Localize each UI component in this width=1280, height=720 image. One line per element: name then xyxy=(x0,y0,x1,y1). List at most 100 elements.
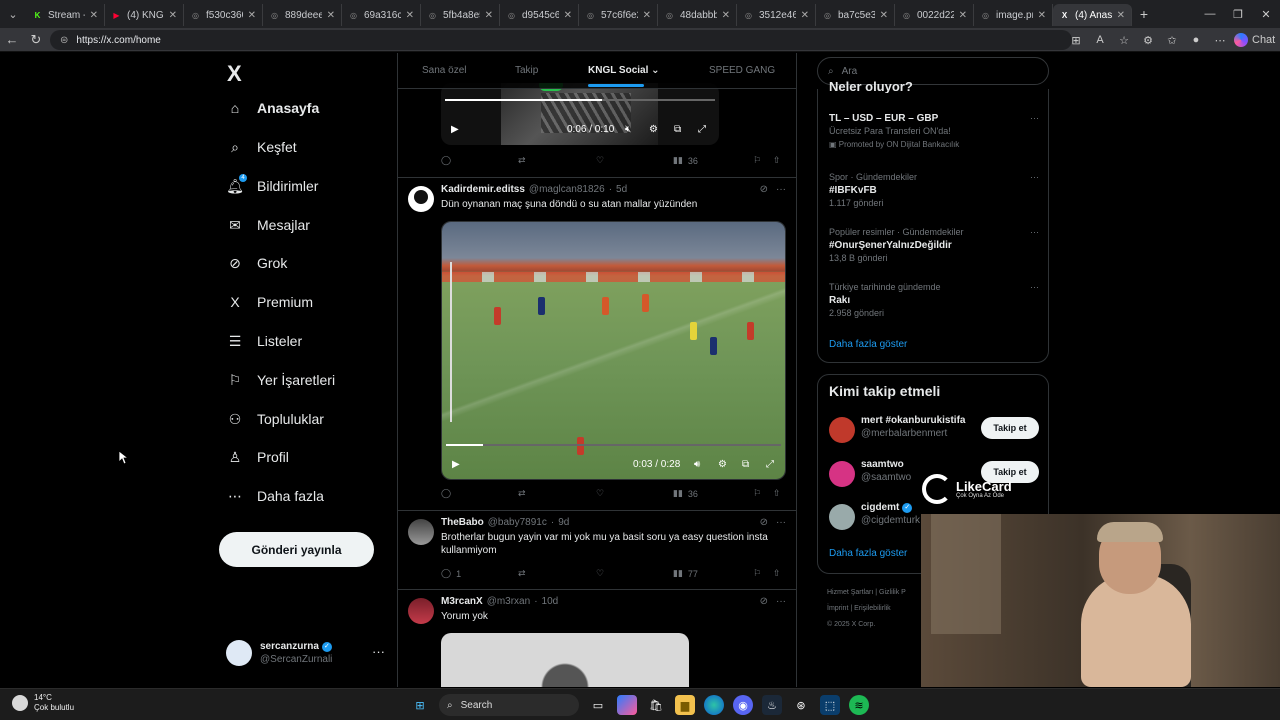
retweet-icon[interactable]: ⇄ xyxy=(518,568,526,579)
windows-start-icon[interactable]: ⊞ xyxy=(410,695,430,715)
minimize-icon[interactable]: — xyxy=(1196,8,1224,20)
close-icon[interactable]: ✕ xyxy=(248,10,256,21)
browser-tab[interactable]: ◎ 0022d22b- ✕ xyxy=(895,4,974,26)
more-icon[interactable]: ··· xyxy=(776,184,786,195)
tab-speed-gang[interactable]: SPEED GANG xyxy=(709,65,775,76)
favorites-icon[interactable]: ✩ xyxy=(1162,34,1182,47)
show-more-suggestions-link[interactable]: Daha fazla göster xyxy=(829,548,907,559)
bookmark-icon[interactable]: ⚐ xyxy=(753,488,761,499)
reply-icon[interactable]: ◯ xyxy=(441,155,451,166)
trend-item[interactable]: Popüler resimler · Gündemdekiler #OnurŞe… xyxy=(829,226,1039,265)
steam-icon[interactable]: ♨ xyxy=(762,695,782,715)
share-icon[interactable]: ⇧ xyxy=(773,568,781,579)
video-player[interactable]: ▶ 0:03 / 0:28 🔊︎ ⚙ ⧉ ⤢ xyxy=(441,221,786,480)
avatar[interactable] xyxy=(408,519,434,545)
tab-following[interactable]: Takip xyxy=(515,65,538,76)
views-stat[interactable]: ▮▮ 77 xyxy=(673,568,698,579)
close-icon[interactable]: ✕ xyxy=(564,10,572,21)
sidebar-item-search[interactable]: ⌕ Keşfet xyxy=(226,138,297,156)
grok-icon[interactable]: ⊘ xyxy=(760,596,768,607)
close-icon[interactable]: ✕ xyxy=(1038,10,1046,21)
reply-icon[interactable]: ◯ xyxy=(441,488,451,499)
discord-icon[interactable]: ◉ xyxy=(733,695,753,715)
video-player[interactable]: ▶ 0:06 / 0:10 🔇︎ ⚙ ⧉ ⤢ xyxy=(441,83,719,145)
sidebar-item-list[interactable]: ☰ Listeler xyxy=(226,332,302,350)
post-time[interactable]: 5d xyxy=(616,184,627,195)
close-icon[interactable]: ✕ xyxy=(485,10,493,21)
share-icon[interactable]: ⇧ xyxy=(773,488,781,499)
post-button[interactable]: Gönderi yayınla xyxy=(219,532,374,567)
browser-tab[interactable]: X (4) Anasayfa ✕ xyxy=(1053,4,1132,26)
sidebar-item-bookmark[interactable]: ⚐ Yer İşaretleri xyxy=(226,371,335,389)
close-icon[interactable]: ✕ xyxy=(722,10,730,21)
store-icon[interactable]: 🛍︎ xyxy=(646,695,666,715)
author-name[interactable]: Kadirdemir.editss xyxy=(441,184,525,195)
bookmark-icon[interactable]: ⚐ xyxy=(753,155,761,166)
volume-icon[interactable]: 🔊︎ xyxy=(694,459,700,470)
read-aloud-icon[interactable]: A xyxy=(1090,34,1110,46)
photoshop-icon[interactable]: ⬚ xyxy=(820,695,840,715)
more-icon[interactable]: ··· xyxy=(1030,281,1039,294)
author-handle[interactable]: @baby7891c xyxy=(488,517,547,528)
x-logo[interactable]: X xyxy=(227,61,242,87)
reload-icon[interactable]: ↻ xyxy=(24,32,48,48)
close-icon[interactable]: ✕ xyxy=(880,10,888,21)
tweet-image[interactable] xyxy=(441,633,689,687)
close-icon[interactable]: ✕ xyxy=(327,10,335,21)
browser-tab[interactable]: ▶ (4) KNGLSP ✕ xyxy=(105,4,184,26)
tweet[interactable]: ▶ 0:06 / 0:10 🔇︎ ⚙ ⧉ ⤢ ◯ ⇄ ♡ ▮▮ 36 ⚐ ⇧ xyxy=(398,83,796,178)
browser-tab[interactable]: ◎ ba7c5e3b-1 ✕ xyxy=(816,4,895,26)
sidebar-item-bell[interactable]: 🔔︎ 4 Bildirimler xyxy=(226,174,318,195)
github-icon[interactable]: ⊛ xyxy=(791,695,811,715)
sidebar-item-x-premium[interactable]: X Premium xyxy=(226,293,313,311)
footer-link[interactable]: Gizlilik P xyxy=(879,589,906,596)
play-icon[interactable]: ▶ xyxy=(451,124,459,135)
more-menu-icon[interactable]: ⋯ xyxy=(1210,34,1230,47)
profile-avatar-icon[interactable]: ● xyxy=(1186,34,1206,46)
apps-icon[interactable]: ⊞ xyxy=(1066,34,1086,47)
video-progress[interactable] xyxy=(445,99,715,101)
footer-link[interactable]: İmprint xyxy=(827,605,848,612)
site-info-icon[interactable]: ⊜ xyxy=(60,35,68,46)
views-stat[interactable]: ▮▮ 36 xyxy=(673,488,698,499)
chevron-down-icon[interactable]: ⌄ xyxy=(651,65,659,76)
views-stat[interactable]: ▮▮ 36 xyxy=(673,155,698,166)
new-tab-button[interactable]: + xyxy=(1132,6,1156,22)
more-icon[interactable]: ··· xyxy=(1030,226,1039,239)
restore-icon[interactable]: ❐ xyxy=(1224,8,1252,21)
sidebar-item-home[interactable]: ⌂ Anasayfa xyxy=(226,99,320,117)
browser-tab[interactable]: K Stream - Ki ✕ xyxy=(26,4,105,26)
sidebar-item-more-circle[interactable]: ⋯ Daha fazla xyxy=(226,487,324,505)
avatar[interactable] xyxy=(408,598,434,624)
settings-icon[interactable]: ⚙ xyxy=(649,124,658,135)
author-name[interactable]: TheBabo xyxy=(441,517,484,528)
avatar[interactable] xyxy=(829,417,855,443)
author-handle[interactable]: @maglcan81826 xyxy=(529,184,605,195)
copilot-icon[interactable] xyxy=(617,695,637,715)
favorite-star-icon[interactable]: ☆ xyxy=(1114,34,1134,47)
tweet[interactable]: TheBabo @baby7891c · 9d ⊘ ··· Brotherlar… xyxy=(398,511,796,590)
task-view-icon[interactable]: ▭ xyxy=(588,695,608,715)
avatar[interactable] xyxy=(829,461,855,487)
browser-tab[interactable]: ◎ 889deee5-f ✕ xyxy=(263,4,342,26)
more-icon[interactable]: ··· xyxy=(1030,112,1039,125)
close-icon[interactable]: ✕ xyxy=(90,10,98,21)
grok-icon[interactable]: ⊘ xyxy=(760,184,768,195)
browser-tab[interactable]: ◎ 48dabbb2- ✕ xyxy=(658,4,737,26)
more-icon[interactable]: ··· xyxy=(776,517,786,528)
more-icon[interactable]: ··· xyxy=(372,644,385,659)
weather-widget[interactable]: 14°C Çok bulutlu xyxy=(12,693,74,713)
retweet-icon[interactable]: ⇄ xyxy=(518,155,526,166)
browser-tab[interactable]: ◎ f530c360-5 ✕ xyxy=(184,4,263,26)
close-icon[interactable]: ✕ xyxy=(169,10,177,21)
play-icon[interactable]: ▶ xyxy=(452,459,460,470)
video-progress[interactable] xyxy=(446,444,781,446)
grok-icon[interactable]: ⊘ xyxy=(760,517,768,528)
show-more-trends-link[interactable]: Daha fazla göster xyxy=(829,339,907,350)
fullscreen-icon[interactable]: ⤢ xyxy=(698,124,706,135)
more-icon[interactable]: ··· xyxy=(1030,171,1039,184)
browser-tab[interactable]: ◎ 69a316cc-f ✕ xyxy=(342,4,421,26)
close-icon[interactable]: ✕ xyxy=(643,10,651,21)
address-bar[interactable]: ⊜ https://x.com/home xyxy=(50,30,1072,50)
avatar[interactable] xyxy=(408,186,434,212)
